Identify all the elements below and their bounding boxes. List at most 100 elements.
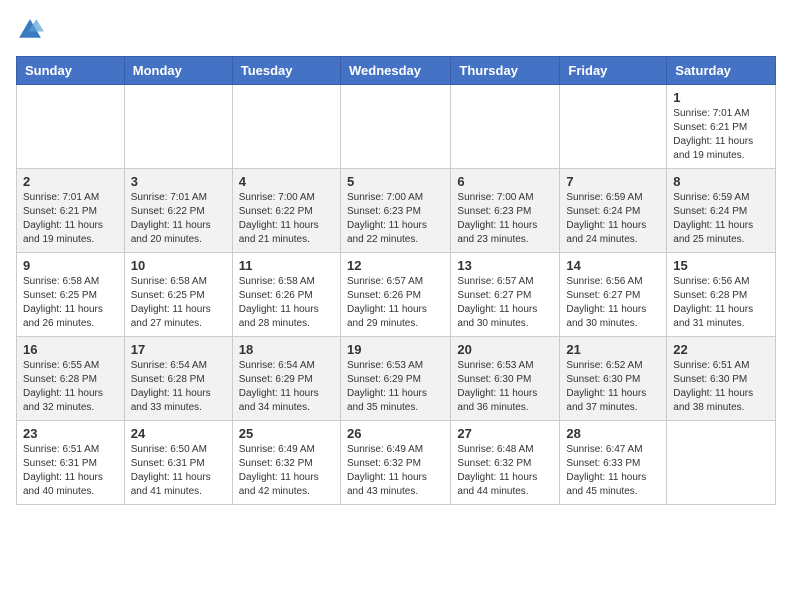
day-number: 5 bbox=[347, 174, 444, 189]
day-number: 12 bbox=[347, 258, 444, 273]
weekday-header-thursday: Thursday bbox=[451, 57, 560, 85]
calendar-day-cell: 11 Sunrise: 6:58 AM Sunset: 6:26 PM Dayli… bbox=[232, 253, 340, 337]
calendar-day-cell: 15 Sunrise: 6:56 AM Sunset: 6:28 PM Dayli… bbox=[667, 253, 776, 337]
weekday-header-friday: Friday bbox=[560, 57, 667, 85]
calendar-week-row: 2Sunrise: 7:01 AM Sunset: 6:21 PM Daylig… bbox=[17, 169, 776, 253]
day-info: Sunrise: 6:58 AM Sunset: 6:25 PM Dayligh… bbox=[131, 275, 226, 331]
day-number: 6 bbox=[457, 174, 553, 189]
day-info: Sunrise: 6:56 AM Sunset: 6:28 PM Dayligh… bbox=[673, 275, 769, 331]
calendar-table: SundayMondayTuesdayWednesdayThursdayFrid… bbox=[16, 56, 776, 505]
weekday-header-wednesday: Wednesday bbox=[340, 57, 450, 85]
day-number: 7 bbox=[566, 174, 660, 189]
calendar-day-cell: 18Sunrise: 6:54 AM Sunset: 6:29 PM Dayli… bbox=[232, 337, 340, 421]
day-number: 13 bbox=[457, 258, 553, 273]
day-number: 8 bbox=[673, 174, 769, 189]
day-info: Sunrise: 6:53 AM Sunset: 6:29 PM Dayligh… bbox=[347, 359, 444, 415]
day-number: 2 bbox=[23, 174, 118, 189]
calendar-day-cell: 25 Sunrise: 6:49 AM Sunset: 6:32 PM Dayli… bbox=[232, 421, 340, 505]
day-info: Sunrise: 7:00 AM Sunset: 6:23 PM Dayligh… bbox=[347, 191, 444, 247]
calendar-day-cell: 7 Sunrise: 6:59 AM Sunset: 6:24 PM Daylig… bbox=[560, 169, 667, 253]
calendar-week-row: 9 Sunrise: 6:58 AM Sunset: 6:25 PM Daylig… bbox=[17, 253, 776, 337]
empty-cell bbox=[451, 85, 560, 169]
logo-icon bbox=[16, 16, 44, 44]
day-number: 16 bbox=[23, 342, 118, 357]
page-header bbox=[16, 16, 776, 44]
weekday-header-monday: Monday bbox=[124, 57, 232, 85]
empty-cell bbox=[667, 421, 776, 505]
calendar-day-cell: 12 Sunrise: 6:57 AM Sunset: 6:26 PM Dayli… bbox=[340, 253, 450, 337]
day-number: 22 bbox=[673, 342, 769, 357]
day-info: Sunrise: 6:59 AM Sunset: 6:24 PM Dayligh… bbox=[673, 191, 769, 247]
empty-cell bbox=[124, 85, 232, 169]
day-info: Sunrise: 6:54 AM Sunset: 6:28 PM Dayligh… bbox=[131, 359, 226, 415]
day-info: Sunrise: 7:00 AM Sunset: 6:22 PM Dayligh… bbox=[239, 191, 334, 247]
day-number: 4 bbox=[239, 174, 334, 189]
calendar-day-cell: 3Sunrise: 7:01 AM Sunset: 6:22 PM Daylig… bbox=[124, 169, 232, 253]
calendar-day-cell: 10 Sunrise: 6:58 AM Sunset: 6:25 PM Dayli… bbox=[124, 253, 232, 337]
empty-cell bbox=[232, 85, 340, 169]
calendar-day-cell: 24Sunrise: 6:50 AM Sunset: 6:31 PM Dayli… bbox=[124, 421, 232, 505]
day-number: 21 bbox=[566, 342, 660, 357]
day-info: Sunrise: 6:48 AM Sunset: 6:32 PM Dayligh… bbox=[457, 443, 553, 499]
calendar-day-cell: 23 Sunrise: 6:51 AM Sunset: 6:31 PM Dayli… bbox=[17, 421, 125, 505]
day-number: 1 bbox=[673, 90, 769, 105]
calendar-day-cell: 22Sunrise: 6:51 AM Sunset: 6:30 PM Dayli… bbox=[667, 337, 776, 421]
calendar-day-cell: 8 Sunrise: 6:59 AM Sunset: 6:24 PM Daylig… bbox=[667, 169, 776, 253]
empty-cell bbox=[340, 85, 450, 169]
weekday-header-saturday: Saturday bbox=[667, 57, 776, 85]
calendar-day-cell: 2Sunrise: 7:01 AM Sunset: 6:21 PM Daylig… bbox=[17, 169, 125, 253]
day-number: 25 bbox=[239, 426, 334, 441]
empty-cell bbox=[560, 85, 667, 169]
calendar-day-cell: 1 Sunrise: 7:01 AM Sunset: 6:21 PM Daylig… bbox=[667, 85, 776, 169]
day-number: 19 bbox=[347, 342, 444, 357]
calendar-day-cell: 21 Sunrise: 6:52 AM Sunset: 6:30 PM Dayli… bbox=[560, 337, 667, 421]
day-info: Sunrise: 6:51 AM Sunset: 6:31 PM Dayligh… bbox=[23, 443, 118, 499]
calendar-day-cell: 4 Sunrise: 7:00 AM Sunset: 6:22 PM Daylig… bbox=[232, 169, 340, 253]
day-info: Sunrise: 6:58 AM Sunset: 6:26 PM Dayligh… bbox=[239, 275, 334, 331]
day-info: Sunrise: 6:54 AM Sunset: 6:29 PM Dayligh… bbox=[239, 359, 334, 415]
day-number: 17 bbox=[131, 342, 226, 357]
day-number: 3 bbox=[131, 174, 226, 189]
day-number: 11 bbox=[239, 258, 334, 273]
day-number: 10 bbox=[131, 258, 226, 273]
day-number: 27 bbox=[457, 426, 553, 441]
weekday-header-sunday: Sunday bbox=[17, 57, 125, 85]
day-info: Sunrise: 6:56 AM Sunset: 6:27 PM Dayligh… bbox=[566, 275, 660, 331]
calendar-day-cell: 17 Sunrise: 6:54 AM Sunset: 6:28 PM Dayli… bbox=[124, 337, 232, 421]
calendar-day-cell: 20Sunrise: 6:53 AM Sunset: 6:30 PM Dayli… bbox=[451, 337, 560, 421]
calendar-day-cell: 5 Sunrise: 7:00 AM Sunset: 6:23 PM Daylig… bbox=[340, 169, 450, 253]
day-number: 9 bbox=[23, 258, 118, 273]
day-info: Sunrise: 6:50 AM Sunset: 6:31 PM Dayligh… bbox=[131, 443, 226, 499]
day-number: 23 bbox=[23, 426, 118, 441]
weekday-header-tuesday: Tuesday bbox=[232, 57, 340, 85]
calendar-day-cell: 28 Sunrise: 6:47 AM Sunset: 6:33 PM Dayli… bbox=[560, 421, 667, 505]
day-info: Sunrise: 6:52 AM Sunset: 6:30 PM Dayligh… bbox=[566, 359, 660, 415]
calendar-day-cell: 9Sunrise: 6:58 AM Sunset: 6:25 PM Daylig… bbox=[17, 253, 125, 337]
day-info: Sunrise: 6:57 AM Sunset: 6:27 PM Dayligh… bbox=[457, 275, 553, 331]
calendar-day-cell: 19 Sunrise: 6:53 AM Sunset: 6:29 PM Dayli… bbox=[340, 337, 450, 421]
day-number: 26 bbox=[347, 426, 444, 441]
calendar-day-cell: 6 Sunrise: 7:00 AM Sunset: 6:23 PM Daylig… bbox=[451, 169, 560, 253]
day-info: Sunrise: 6:59 AM Sunset: 6:24 PM Dayligh… bbox=[566, 191, 660, 247]
day-info: Sunrise: 6:47 AM Sunset: 6:33 PM Dayligh… bbox=[566, 443, 660, 499]
weekday-header-row: SundayMondayTuesdayWednesdayThursdayFrid… bbox=[17, 57, 776, 85]
day-info: Sunrise: 7:01 AM Sunset: 6:21 PM Dayligh… bbox=[673, 107, 769, 163]
day-number: 28 bbox=[566, 426, 660, 441]
day-info: Sunrise: 6:57 AM Sunset: 6:26 PM Dayligh… bbox=[347, 275, 444, 331]
calendar-day-cell: 13 Sunrise: 6:57 AM Sunset: 6:27 PM Dayli… bbox=[451, 253, 560, 337]
calendar-day-cell: 14 Sunrise: 6:56 AM Sunset: 6:27 PM Dayli… bbox=[560, 253, 667, 337]
day-info: Sunrise: 6:55 AM Sunset: 6:28 PM Dayligh… bbox=[23, 359, 118, 415]
calendar-day-cell: 26 Sunrise: 6:49 AM Sunset: 6:32 PM Dayli… bbox=[340, 421, 450, 505]
day-info: Sunrise: 6:49 AM Sunset: 6:32 PM Dayligh… bbox=[239, 443, 334, 499]
day-info: Sunrise: 6:49 AM Sunset: 6:32 PM Dayligh… bbox=[347, 443, 444, 499]
day-number: 20 bbox=[457, 342, 553, 357]
empty-cell bbox=[17, 85, 125, 169]
logo bbox=[16, 16, 48, 44]
calendar-week-row: 23 Sunrise: 6:51 AM Sunset: 6:31 PM Dayli… bbox=[17, 421, 776, 505]
day-number: 15 bbox=[673, 258, 769, 273]
calendar-day-cell: 27 Sunrise: 6:48 AM Sunset: 6:32 PM Dayli… bbox=[451, 421, 560, 505]
day-info: Sunrise: 7:00 AM Sunset: 6:23 PM Dayligh… bbox=[457, 191, 553, 247]
calendar-day-cell: 16 Sunrise: 6:55 AM Sunset: 6:28 PM Dayli… bbox=[17, 337, 125, 421]
calendar-week-row: 16 Sunrise: 6:55 AM Sunset: 6:28 PM Dayli… bbox=[17, 337, 776, 421]
day-number: 14 bbox=[566, 258, 660, 273]
